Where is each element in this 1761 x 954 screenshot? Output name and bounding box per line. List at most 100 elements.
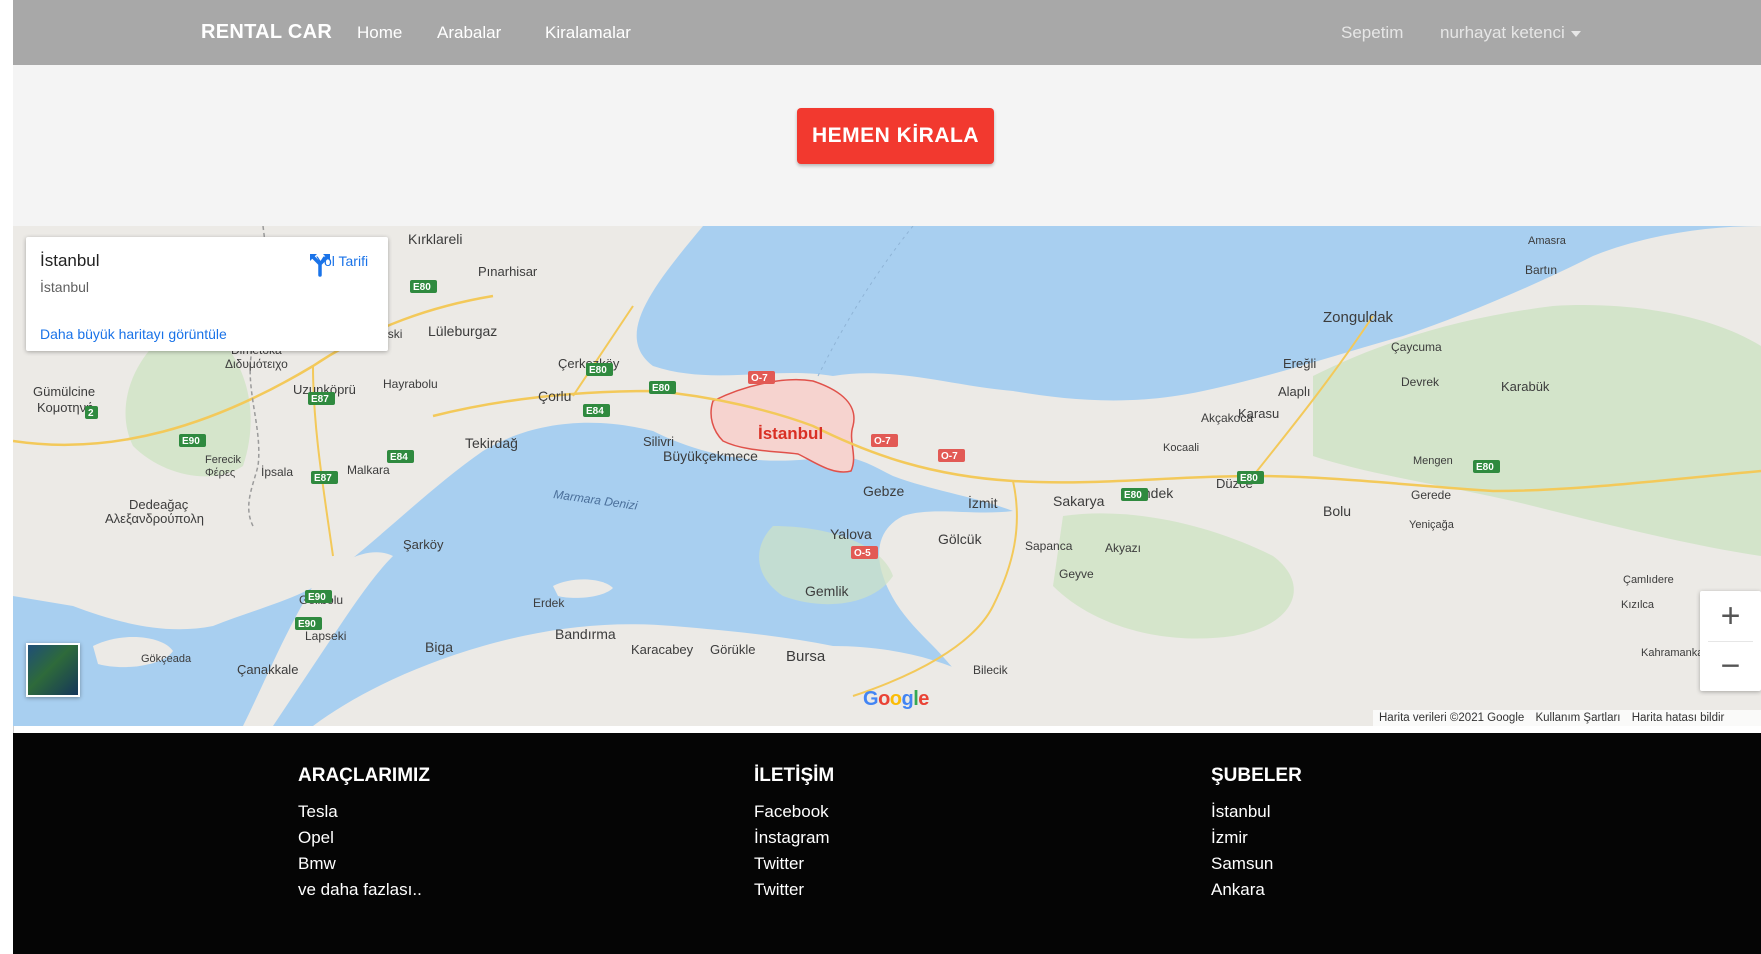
nav-rentals-link[interactable]: Kiralamalar — [545, 23, 631, 43]
city-label: Bandırma — [555, 626, 616, 642]
footer-link[interactable]: ve daha fazlası.. — [298, 877, 430, 903]
city-label: Büyükçekmece — [663, 448, 758, 464]
map-place-card: İstanbul İstanbul Daha büyük haritayı gö… — [26, 237, 388, 351]
city-label: Çorlu — [538, 388, 571, 404]
chevron-down-icon — [1570, 30, 1581, 37]
footer-column-contact: İLETİŞİM Facebook İnstagram Twitter Twit… — [754, 765, 834, 903]
google-logo-letter: e — [918, 688, 929, 710]
road-shield-label: E80 — [413, 282, 431, 293]
city-label: Mengen — [1413, 455, 1453, 467]
city-label: Malkara — [347, 463, 390, 477]
window-left-edge — [0, 0, 14, 954]
city-label: Geyve — [1059, 567, 1094, 581]
road-shield-label: O-7 — [751, 373, 768, 384]
city-label: Yalova — [830, 526, 872, 542]
footer-link[interactable]: Twitter — [754, 877, 834, 903]
city-label: Bilecik — [973, 663, 1009, 677]
user-dropdown[interactable]: nurhayat ketenci — [1440, 23, 1581, 43]
place-title: İstanbul — [40, 251, 100, 270]
brand-logo[interactable]: RENTAL CAR — [201, 21, 332, 44]
nav-cars-link[interactable]: Arabalar — [437, 23, 501, 43]
google-logo: Google — [863, 688, 929, 711]
city-label: Αλεξανδρούπολη — [105, 511, 204, 526]
city-label: İpsala — [261, 465, 293, 479]
city-label: Akçakoca — [1201, 411, 1253, 425]
footer-column-branches: ŞUBELER İstanbul İzmir Samsun Ankara — [1211, 765, 1302, 903]
city-label: Gökçeada — [141, 653, 192, 665]
footer-column-cars: ARAÇLARIMIZ Tesla Opel Bmw ve daha fazla… — [298, 765, 430, 903]
footer-link[interactable]: İzmir — [1211, 825, 1302, 851]
road-shield-label: E84 — [390, 452, 408, 463]
google-logo-letter: G — [863, 688, 879, 710]
road-shield-label: 2 — [88, 408, 94, 419]
city-label: Φέρες — [205, 467, 235, 479]
report-error-link[interactable]: Harita hatası bildir — [1632, 712, 1725, 724]
road-shield-label: E80 — [1124, 490, 1142, 501]
map-attribution: Harita verileri ©2021 Google Kullanım Şa… — [1373, 710, 1761, 726]
footer-link[interactable]: İstanbul — [1211, 799, 1302, 825]
city-label: Κομοτηνή — [37, 400, 93, 415]
road-shield-label: O-5 — [854, 548, 871, 559]
rent-now-button[interactable]: HEMEN KİRALA — [797, 108, 994, 164]
city-label: Karacabey — [631, 642, 694, 657]
sea-label: Marmara Denizi — [553, 487, 639, 513]
footer-link[interactable]: Facebook — [754, 799, 834, 825]
google-logo-letter: g — [901, 688, 914, 710]
city-label: Karabük — [1501, 379, 1550, 394]
nav-cart-link[interactable]: Sepetim — [1341, 23, 1403, 43]
city-label: Διδυμότειχο — [225, 357, 288, 371]
city-label: Kahramanka — [1641, 647, 1704, 659]
city-label: Şarköy — [403, 537, 444, 552]
road-shield-label: E80 — [1476, 462, 1494, 473]
city-label: Görükle — [710, 642, 756, 657]
city-label: Biga — [425, 639, 453, 655]
city-label: Kırklareli — [408, 231, 462, 247]
footer-link[interactable]: Bmw — [298, 851, 430, 877]
zoom-out-button[interactable]: − — [1700, 641, 1761, 691]
footer-link[interactable]: İnstagram — [754, 825, 834, 851]
footer-link[interactable]: Twitter — [754, 851, 834, 877]
city-label: Ferecik — [205, 454, 242, 466]
footer-link[interactable]: Tesla — [298, 799, 430, 825]
zoom-controls: + − — [1700, 591, 1761, 691]
city-label: Kocaali — [1163, 442, 1199, 454]
embedded-map[interactable]: Marmara Denizi Kırklareli Pınarhisar Lüleb… — [13, 226, 1761, 726]
city-label: Bursa — [786, 648, 826, 665]
road-shield-label: E87 — [314, 473, 332, 484]
google-logo-text: Google — [863, 688, 929, 710]
city-label: Devrek — [1401, 375, 1440, 389]
city-label: Ereğli — [1283, 356, 1316, 371]
terms-link[interactable]: Kullanım Şartları — [1535, 712, 1620, 724]
city-label: Gemlik — [805, 583, 850, 599]
footer-heading: ARAÇLARIMIZ — [298, 765, 430, 786]
city-label: Çanakkale — [237, 662, 298, 677]
larger-map-link[interactable]: Daha büyük haritayı görüntüle — [40, 326, 227, 342]
city-label: Gebze — [863, 483, 904, 499]
footer-link[interactable]: Opel — [298, 825, 430, 851]
road-shield-label: E80 — [1240, 473, 1258, 484]
city-label: Pınarhisar — [478, 264, 538, 279]
city-label: Yeniçağa — [1409, 519, 1455, 531]
footer-heading: ŞUBELER — [1211, 765, 1302, 786]
zoom-in-button[interactable]: + — [1700, 591, 1761, 641]
road-shield-label: O-7 — [941, 451, 958, 462]
city-label: Gölcük — [938, 531, 983, 547]
directions-button[interactable]: Yol Tarifi — [307, 251, 377, 277]
footer-link[interactable]: Ankara — [1211, 877, 1302, 903]
google-logo-letter: o — [878, 688, 890, 710]
city-label: Silivri — [643, 434, 674, 449]
city-label: Lüleburgaz — [428, 323, 497, 339]
city-label: Çaycuma — [1391, 340, 1442, 354]
footer-link[interactable]: Samsun — [1211, 851, 1302, 877]
city-label: Amasra — [1528, 235, 1567, 247]
city-label: Tekirdağ — [465, 435, 518, 451]
nav-home-link[interactable]: Home — [357, 23, 402, 43]
city-label: İstanbul — [758, 424, 823, 443]
user-name: nurhayat ketenci — [1440, 23, 1565, 42]
city-label: Lapseki — [305, 629, 346, 643]
city-label: Bartın — [1525, 263, 1557, 277]
google-logo-letter: o — [889, 688, 902, 710]
satellite-toggle-button[interactable] — [26, 643, 80, 697]
city-label: Zonguldak — [1323, 309, 1394, 326]
road-shield-label: E87 — [311, 394, 329, 405]
